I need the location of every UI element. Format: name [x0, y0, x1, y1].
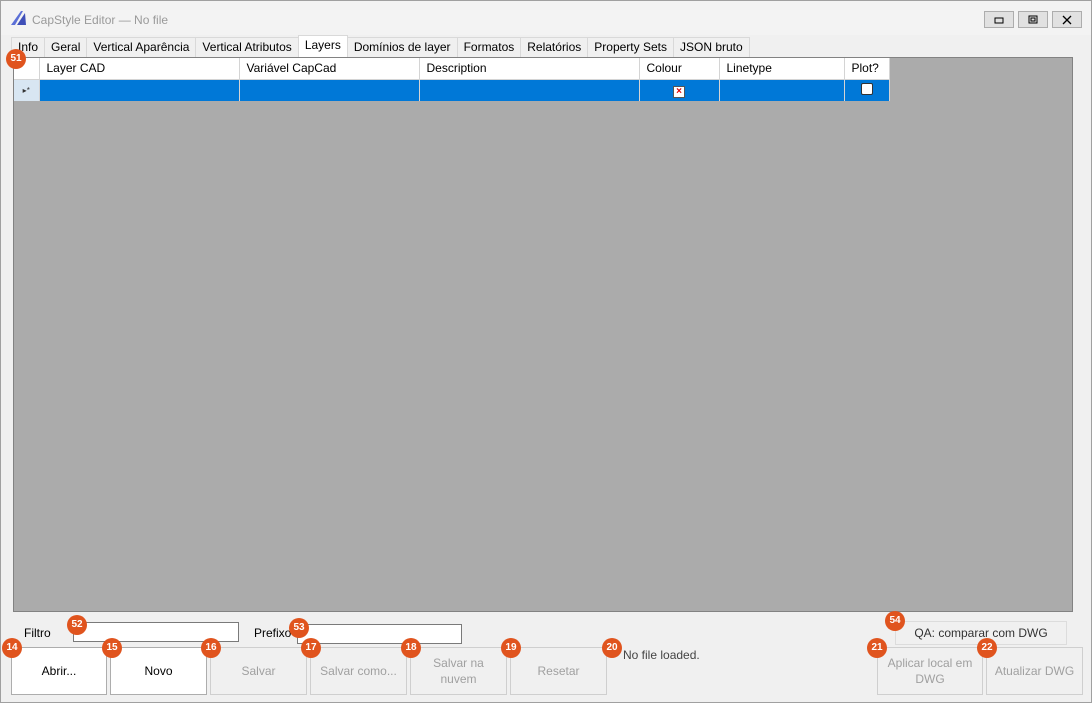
tab-formatos[interactable]: Formatos: [456, 37, 522, 57]
layers-table: Layer CAD Variável CapCad Description Co…: [14, 58, 890, 101]
badge-53: 53: [289, 618, 309, 638]
window-title: CapStyle Editor — No file: [32, 13, 169, 27]
table-row[interactable]: ▸* ×: [14, 79, 890, 101]
tab-dominios-de-layer[interactable]: Domínios de layer: [346, 37, 458, 57]
new-row-marker[interactable]: ▸*: [14, 79, 40, 101]
badge-22: 22: [977, 638, 997, 658]
abrir-button[interactable]: Abrir...: [11, 647, 107, 695]
prefixo-input[interactable]: [297, 624, 462, 644]
column-header-description[interactable]: Description: [419, 58, 640, 80]
salvar-na-nuvem-button[interactable]: Salvar na nuvem: [410, 647, 507, 695]
minimize-icon: [994, 17, 1004, 23]
colour-swatch-icon[interactable]: ×: [673, 85, 685, 98]
tab-property-sets[interactable]: Property Sets: [587, 37, 674, 57]
cell-variavel-capcad[interactable]: [239, 79, 420, 101]
layers-grid[interactable]: Layer CAD Variável CapCad Description Co…: [13, 57, 1073, 612]
close-button[interactable]: [1052, 11, 1082, 28]
badge-54: 54: [885, 611, 905, 631]
badge-20: 20: [602, 638, 622, 658]
column-header-colour[interactable]: Colour: [639, 58, 720, 80]
column-header-plot[interactable]: Plot?: [844, 58, 890, 80]
tab-relatorios[interactable]: Relatórios: [520, 37, 589, 57]
status-text: No file loaded.: [623, 648, 700, 662]
tab-geral[interactable]: Geral: [44, 37, 88, 57]
minimize-button[interactable]: [984, 11, 1014, 28]
cell-linetype[interactable]: [719, 79, 845, 101]
cell-plot[interactable]: [844, 79, 890, 101]
cell-layer-cad[interactable]: [39, 79, 240, 101]
salvar-button[interactable]: Salvar: [210, 647, 307, 695]
column-header-layer-cad[interactable]: Layer CAD: [39, 58, 240, 80]
tab-json-bruto[interactable]: JSON bruto: [672, 37, 750, 57]
cell-description[interactable]: [419, 79, 640, 101]
restore-icon: [1028, 15, 1038, 23]
main-window: CapStyle Editor — No file Info Geral Ver…: [0, 0, 1092, 703]
atualizar-dwg-button[interactable]: Atualizar DWG: [986, 647, 1083, 695]
badge-18: 18: [401, 638, 421, 658]
title-bar: CapStyle Editor — No file: [1, 1, 1091, 35]
badge-51: 51: [6, 49, 26, 69]
aplicar-local-em-dwg-button[interactable]: Aplicar local em DWG: [877, 647, 983, 695]
badge-21: 21: [867, 638, 887, 658]
app-logo-icon: [11, 11, 26, 25]
badge-16: 16: [201, 638, 221, 658]
filtro-label: Filtro: [24, 626, 51, 640]
badge-14: 14: [2, 638, 22, 658]
prefixo-label: Prefixo: [254, 626, 292, 640]
tab-strip: Info Geral Vertical Aparência Vertical A…: [11, 35, 750, 57]
badge-52: 52: [67, 615, 87, 635]
badge-19: 19: [501, 638, 521, 658]
resetar-button[interactable]: Resetar: [510, 647, 607, 695]
tab-vertical-aparencia[interactable]: Vertical Aparência: [86, 37, 197, 57]
badge-17: 17: [301, 638, 321, 658]
restore-button[interactable]: [1018, 11, 1048, 28]
column-header-linetype[interactable]: Linetype: [719, 58, 845, 80]
plot-checkbox[interactable]: [860, 82, 873, 95]
badge-15: 15: [102, 638, 122, 658]
novo-button[interactable]: Novo: [110, 647, 207, 695]
column-header-variavel-capcad[interactable]: Variável CapCad: [239, 58, 420, 80]
cell-colour[interactable]: ×: [639, 79, 720, 101]
salvar-como-button[interactable]: Salvar como...: [310, 647, 407, 695]
tab-layers[interactable]: Layers: [297, 35, 348, 57]
grid-header-row: Layer CAD Variável CapCad Description Co…: [14, 58, 890, 80]
close-icon: [1062, 15, 1072, 24]
tab-vertical-atributos[interactable]: Vertical Atributos: [195, 37, 299, 57]
